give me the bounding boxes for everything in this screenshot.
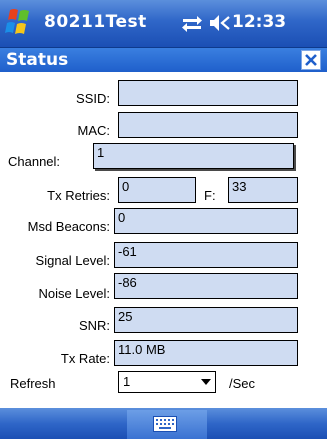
close-button[interactable]	[301, 50, 321, 70]
noise-level-field: -86	[114, 273, 298, 299]
clock: 12:33	[232, 12, 287, 32]
ssid-field	[118, 80, 298, 106]
signal-level-label: Signal Level:	[35, 253, 110, 268]
chevron-down-icon	[201, 379, 211, 385]
f-label: F:	[204, 188, 216, 203]
refresh-dropdown[interactable]: 1	[118, 371, 216, 393]
ssid-label: SSID:	[76, 91, 110, 106]
close-icon	[305, 54, 317, 66]
taskbar: 80211Test 12:33	[0, 0, 327, 48]
msd-beacons-label: Msd Beacons:	[27, 219, 110, 234]
mac-field	[118, 112, 298, 138]
app-title: 80211Test	[44, 12, 147, 32]
noise-level-label: Noise Level:	[38, 286, 110, 301]
connectivity-icon[interactable]	[180, 12, 204, 34]
tx-rate-label: Tx Rate:	[60, 351, 110, 366]
mac-label: MAC:	[77, 123, 111, 138]
snr-field: 25	[114, 307, 298, 333]
channel-label: Channel:	[8, 154, 61, 169]
snr-label: SNR:	[78, 318, 110, 333]
channel-field: 1	[93, 143, 294, 169]
f-field: 33	[228, 177, 298, 203]
tx-rate-field: 11.0 MB	[114, 340, 298, 366]
refresh-selected-value: 1	[123, 374, 131, 389]
signal-level-field: -61	[114, 242, 298, 268]
refresh-unit-label: /Sec	[229, 376, 256, 391]
volume-icon[interactable]	[207, 12, 231, 34]
page-title: Status	[6, 50, 69, 70]
windows-start-icon[interactable]	[4, 6, 34, 40]
tx-retries-field: 0	[118, 177, 196, 203]
tx-retries-label: Tx Retries:	[47, 188, 110, 203]
refresh-label: Refresh	[10, 376, 56, 391]
keyboard-icon[interactable]	[153, 416, 177, 432]
msd-beacons-field: 0	[114, 208, 298, 234]
page-header: Status	[0, 48, 327, 72]
